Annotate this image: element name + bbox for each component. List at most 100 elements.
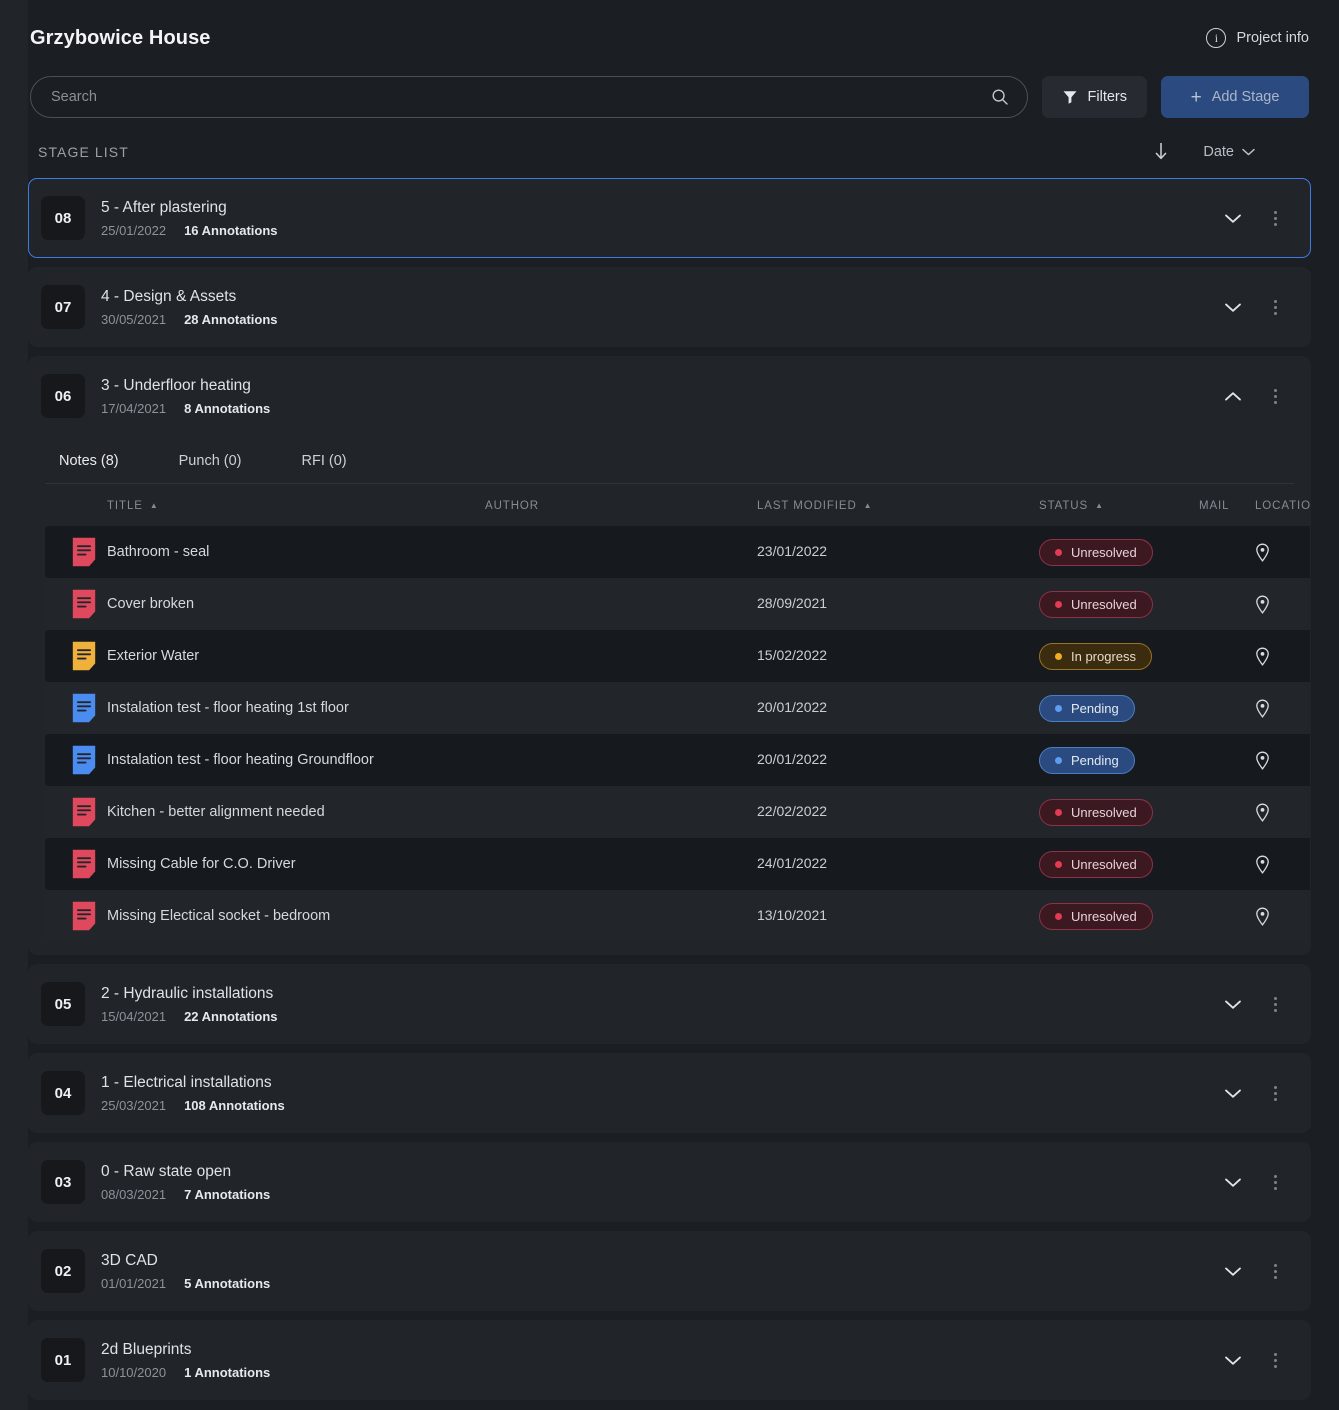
kebab-menu-icon[interactable] bbox=[1273, 1174, 1277, 1190]
stage-row[interactable]: 04 1 - Electrical installations 25/03/2021… bbox=[29, 1054, 1310, 1132]
column-header-5[interactable]: MAIL bbox=[1199, 484, 1255, 526]
table-row[interactable]: Kitchen - better alignment needed 22/02/2… bbox=[45, 786, 1310, 838]
kebab-menu-icon[interactable] bbox=[1273, 1352, 1277, 1368]
kebab-menu-icon[interactable] bbox=[1273, 299, 1277, 315]
note-title-cell[interactable]: Missing Electical socket - bedroom bbox=[107, 890, 485, 942]
status-badge[interactable]: Unresolved bbox=[1039, 850, 1153, 878]
stage-menu-button[interactable] bbox=[1262, 1347, 1288, 1373]
note-mail-cell[interactable] bbox=[1199, 682, 1255, 734]
search-icon[interactable] bbox=[991, 88, 1009, 106]
table-row[interactable]: Cover broken 28/09/2021 Unresolved bbox=[45, 578, 1310, 630]
filters-button[interactable]: Filters bbox=[1041, 76, 1147, 118]
chevron-down-icon[interactable] bbox=[1220, 205, 1246, 231]
status-badge[interactable]: Unresolved bbox=[1039, 590, 1153, 618]
chevron-down-icon[interactable] bbox=[1220, 1169, 1246, 1195]
note-title-cell[interactable]: Bathroom - seal bbox=[107, 526, 485, 578]
stage-name: 2d Blueprints bbox=[101, 1340, 192, 1358]
note-location-cell[interactable] bbox=[1255, 734, 1310, 786]
note-location-cell[interactable] bbox=[1255, 682, 1310, 734]
arrow-down-icon[interactable] bbox=[1153, 141, 1169, 164]
note-mail-cell[interactable] bbox=[1199, 838, 1255, 890]
kebab-menu-icon[interactable] bbox=[1273, 996, 1277, 1012]
stage-row[interactable]: 02 3D CAD 01/01/2021 5 Annotations bbox=[29, 1232, 1310, 1310]
column-header-4[interactable]: STATUS ▲ bbox=[1039, 484, 1199, 526]
note-mail-cell[interactable] bbox=[1199, 630, 1255, 682]
stage-card[interactable]: 04 1 - Electrical installations 25/03/2021… bbox=[28, 1053, 1311, 1133]
note-title-cell[interactable]: Instalation test - floor heating 1st flo… bbox=[107, 682, 485, 734]
chevron-down-icon[interactable] bbox=[1220, 1080, 1246, 1106]
chevron-down-icon[interactable] bbox=[1220, 991, 1246, 1017]
status-badge[interactable]: Unresolved bbox=[1039, 538, 1153, 566]
stage-menu-button[interactable] bbox=[1262, 1258, 1288, 1284]
note-mail-cell[interactable] bbox=[1199, 786, 1255, 838]
tab-2[interactable]: RFI (0) bbox=[288, 443, 367, 483]
stage-number: 08 bbox=[41, 196, 85, 240]
stage-menu-button[interactable] bbox=[1262, 205, 1288, 231]
status-badge[interactable]: Unresolved bbox=[1039, 798, 1153, 826]
note-mail-cell[interactable] bbox=[1199, 578, 1255, 630]
table-row[interactable]: Missing Cable for C.O. Driver 24/01/2022 U… bbox=[45, 838, 1310, 890]
stage-row[interactable]: 05 2 - Hydraulic installations 15/04/2021 2… bbox=[29, 965, 1310, 1043]
stage-menu-button[interactable] bbox=[1262, 294, 1288, 320]
note-location-cell[interactable] bbox=[1255, 630, 1310, 682]
note-title-cell[interactable]: Instalation test - floor heating Groundf… bbox=[107, 734, 485, 786]
tab-1[interactable]: Punch (0) bbox=[165, 443, 262, 483]
note-location-cell[interactable] bbox=[1255, 890, 1310, 942]
kebab-menu-icon[interactable] bbox=[1273, 1085, 1277, 1101]
table-row[interactable]: Instalation test - floor heating Groundf… bbox=[45, 734, 1310, 786]
stage-card[interactable]: 05 2 - Hydraulic installations 15/04/2021 2… bbox=[28, 964, 1311, 1044]
note-title-cell[interactable]: Cover broken bbox=[107, 578, 485, 630]
stage-menu-button[interactable] bbox=[1262, 1080, 1288, 1106]
stage-row[interactable]: 03 0 - Raw state open 08/03/2021 7 Annotati… bbox=[29, 1143, 1310, 1221]
stage-row[interactable]: 01 2d Blueprints 10/10/2020 1 Annotations bbox=[29, 1321, 1310, 1399]
search-input[interactable] bbox=[51, 89, 991, 105]
stage-menu-button[interactable] bbox=[1262, 991, 1288, 1017]
stage-card[interactable]: 06 3 - Underfloor heating 17/04/2021 8 Anno… bbox=[28, 356, 1311, 955]
table-row[interactable]: Bathroom - seal 23/01/2022 Unresolved bbox=[45, 526, 1310, 578]
add-stage-button[interactable]: + Add Stage bbox=[1161, 76, 1309, 118]
note-mail-cell[interactable] bbox=[1199, 734, 1255, 786]
stage-card[interactable]: 07 4 - Design & Assets 30/05/2021 28 Annota… bbox=[28, 267, 1311, 347]
status-badge[interactable]: Pending bbox=[1039, 694, 1135, 722]
kebab-menu-icon[interactable] bbox=[1273, 1263, 1277, 1279]
kebab-menu-icon[interactable] bbox=[1273, 210, 1277, 226]
note-title-cell[interactable]: Kitchen - better alignment needed bbox=[107, 786, 485, 838]
status-badge[interactable]: In progress bbox=[1039, 642, 1153, 670]
note-title-cell[interactable]: Exterior Water bbox=[107, 630, 485, 682]
chevron-down-icon[interactable] bbox=[1220, 1258, 1246, 1284]
tab-0[interactable]: Notes (8) bbox=[45, 443, 139, 483]
project-info-button[interactable]: i Project info bbox=[1206, 28, 1309, 48]
column-header-3[interactable]: LAST MODIFIED ▲ bbox=[757, 484, 1039, 526]
chevron-down-icon[interactable] bbox=[1220, 1347, 1246, 1373]
note-location-cell[interactable] bbox=[1255, 578, 1310, 630]
stage-card[interactable]: 02 3D CAD 01/01/2021 5 Annotations bbox=[28, 1231, 1311, 1311]
status-badge[interactable]: Pending bbox=[1039, 746, 1135, 774]
table-row[interactable]: Instalation test - floor heating 1st flo… bbox=[45, 682, 1310, 734]
column-header-2[interactable]: AUTHOR bbox=[485, 484, 757, 526]
stage-menu-button[interactable] bbox=[1262, 1169, 1288, 1195]
note-location-cell[interactable] bbox=[1255, 526, 1310, 578]
stage-row[interactable]: 07 4 - Design & Assets 30/05/2021 28 Annota… bbox=[29, 268, 1310, 346]
stage-card[interactable]: 03 0 - Raw state open 08/03/2021 7 Annotati… bbox=[28, 1142, 1311, 1222]
search-box[interactable] bbox=[30, 76, 1028, 118]
stage-row[interactable]: 06 3 - Underfloor heating 17/04/2021 8 Anno… bbox=[29, 357, 1310, 435]
note-mail-cell[interactable] bbox=[1199, 890, 1255, 942]
note-location-cell[interactable] bbox=[1255, 786, 1310, 838]
note-title-cell[interactable]: Missing Cable for C.O. Driver bbox=[107, 838, 485, 890]
kebab-menu-icon[interactable] bbox=[1273, 388, 1277, 404]
stage-menu-button[interactable] bbox=[1262, 383, 1288, 409]
column-header-0[interactable] bbox=[45, 484, 107, 526]
stage-row[interactable]: 08 5 - After plastering 25/01/2022 16 Annot… bbox=[29, 179, 1310, 257]
stage-card[interactable]: 08 5 - After plastering 25/01/2022 16 Annot… bbox=[28, 178, 1311, 258]
status-badge[interactable]: Unresolved bbox=[1039, 902, 1153, 930]
column-header-1[interactable]: TITLE ▲ bbox=[107, 484, 485, 526]
note-location-cell[interactable] bbox=[1255, 838, 1310, 890]
chevron-down-icon[interactable] bbox=[1220, 294, 1246, 320]
table-row[interactable]: Missing Electical socket - bedroom 13/10/… bbox=[45, 890, 1310, 942]
sort-field-dropdown[interactable]: Date bbox=[1203, 144, 1255, 160]
note-mail-cell[interactable] bbox=[1199, 526, 1255, 578]
column-header-6[interactable]: LOCATION bbox=[1255, 484, 1310, 526]
stage-card[interactable]: 01 2d Blueprints 10/10/2020 1 Annotations bbox=[28, 1320, 1311, 1400]
table-row[interactable]: Exterior Water 15/02/2022 In progress bbox=[45, 630, 1310, 682]
chevron-up-icon[interactable] bbox=[1220, 383, 1246, 409]
